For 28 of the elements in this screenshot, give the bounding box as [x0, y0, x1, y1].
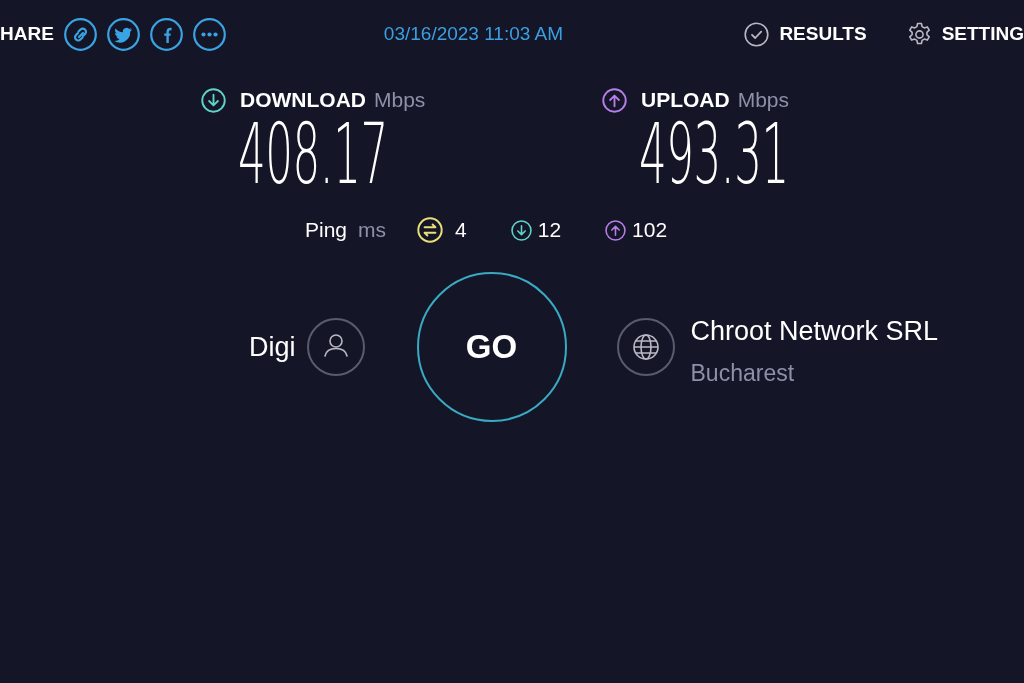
speed-unit: Mbps: [737, 88, 790, 112]
speed-label: UPLOAD: [641, 88, 730, 112]
ping-value: 102: [632, 218, 668, 242]
f-logo-icon[interactable]: [149, 17, 183, 51]
speed-value: 408.17: [238, 112, 388, 196]
results-link[interactable]: RESULTS: [744, 19, 867, 49]
swap-arrows-icon: [417, 217, 444, 243]
ping-value: 4: [455, 218, 467, 242]
speed-label: DOWNLOAD: [240, 88, 366, 112]
speed-value: 493.31: [639, 112, 789, 196]
link-icon[interactable]: [63, 17, 97, 51]
globe-icon: [616, 318, 675, 376]
more-icon[interactable]: [192, 17, 226, 51]
settings-icon: [906, 21, 932, 47]
bird-icon[interactable]: [106, 17, 140, 51]
speed-unit: Mbps: [374, 88, 426, 112]
ping-value: 12: [537, 218, 562, 242]
ping-label: Ping: [305, 218, 348, 242]
go-button[interactable]: GO: [416, 272, 567, 422]
check-circle-icon: [744, 21, 770, 47]
settings-link[interactable]: SETTING: [906, 19, 1024, 49]
date-time: 03/16/2023 11:03 AM: [383, 21, 564, 46]
share-label: HARE: [0, 21, 54, 46]
user-icon: [306, 318, 365, 376]
provider-name: Digi: [249, 330, 296, 364]
server-name: Chroot Network SRL: [690, 315, 939, 347]
ping-unit: ms: [358, 218, 387, 242]
server-location: Bucharest: [690, 359, 796, 387]
